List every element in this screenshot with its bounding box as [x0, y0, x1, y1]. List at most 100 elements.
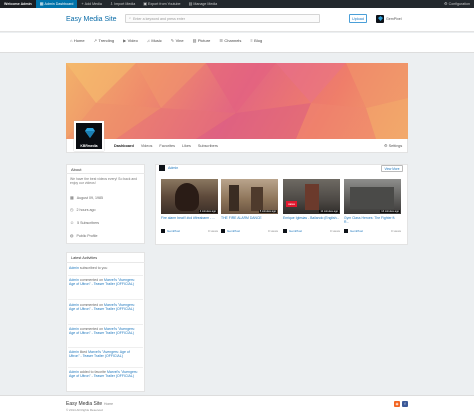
- thumb-figure: [251, 187, 263, 211]
- admin-welcome: Welcome Admin: [0, 0, 36, 8]
- nav-video[interactable]: ▶ Video: [123, 38, 138, 43]
- manage-media-link[interactable]: ▤ Manage Media: [185, 0, 222, 8]
- video-views: 0 views: [207, 229, 218, 233]
- tab-dashboard[interactable]: Dashboard: [114, 144, 134, 148]
- tab-favorites[interactable]: Favorites: [159, 144, 175, 148]
- facebook-icon[interactable]: f: [402, 401, 408, 407]
- video-title[interactable]: Fire alarm beat!! #cd #fireabarm - ...: [161, 216, 218, 220]
- home-icon: ⌂: [70, 37, 73, 43]
- activity-item: Admin added to favorite Marvel's "Avenge…: [69, 370, 141, 378]
- import-media-label: Import Media: [114, 2, 136, 6]
- avatar: [344, 229, 348, 233]
- nav-picture-label: Picture: [197, 38, 211, 43]
- manage-icon: ▤: [188, 1, 193, 6]
- video-thumbnail[interactable]: 14 minutes ago: [344, 179, 401, 214]
- activity-item: Admin subscribed to you: [69, 266, 141, 270]
- search-placeholder: Enter a keyword and press enter: [133, 16, 185, 21]
- activity-item: Admin liked Marvel's "Avengers: Age of U…: [69, 350, 141, 358]
- diamond-logo-icon: [85, 128, 95, 138]
- music-icon: ♫: [146, 37, 150, 43]
- video-meta: GemPixel 0 views: [221, 229, 278, 233]
- video-thumbnail[interactable]: 4 minutes ago: [161, 179, 218, 214]
- video-icon: ▶: [123, 37, 127, 43]
- video-author[interactable]: GemPixel: [350, 229, 363, 233]
- main-nav: [0, 33, 474, 53]
- footer-home-link[interactable]: Home: [104, 402, 113, 406]
- rss-icon[interactable]: ◉: [394, 401, 400, 407]
- blog-icon: ≡: [250, 37, 253, 43]
- vevo-logo-icon: vevo: [286, 201, 297, 207]
- video-author[interactable]: GemPixel: [167, 229, 180, 233]
- about-row-text: 5 Subscribers: [77, 221, 100, 225]
- tab-subscribers[interactable]: Subscribers: [198, 144, 218, 148]
- videos-owner[interactable]: Admin: [168, 166, 178, 170]
- nav-music[interactable]: ♫ Music: [147, 38, 162, 43]
- nav-channels[interactable]: ☰ Channels: [219, 38, 241, 43]
- settings-button[interactable]: ⚙ Settings: [384, 144, 402, 149]
- divider: [68, 324, 143, 325]
- video-author[interactable]: GemPixel: [289, 229, 302, 233]
- thumb-figure: [305, 184, 319, 210]
- video-thumbnail[interactable]: 5 minutes ago: [221, 179, 278, 214]
- site-title[interactable]: Easy Media Site: [66, 16, 117, 23]
- search-icon: ⌕: [129, 15, 132, 20]
- gear-icon: ⚙: [444, 1, 448, 6]
- clock-icon: ◷: [70, 207, 74, 212]
- about-card: [66, 164, 145, 244]
- export-icon: ▣: [143, 1, 147, 6]
- nav-picture[interactable]: ▨ Picture: [193, 38, 211, 43]
- configuration-link[interactable]: ⚙ Configuration: [444, 1, 474, 7]
- admin-dashboard-label: Admin Dashboard: [44, 2, 74, 6]
- configuration-label: Configuration: [448, 2, 470, 6]
- nav-channels-label: Channels: [224, 38, 242, 43]
- export-youtube-label: Export from Youtube: [147, 2, 181, 6]
- activity-item: Admin commented on Marvel's "Avengers: A…: [69, 303, 141, 311]
- about-row-birthday: ▦ August 09, 1985: [70, 196, 103, 201]
- about-row-text: 2 hours ago: [76, 208, 96, 212]
- video-title[interactable]: THE FIRE ALARM DANCE: [221, 216, 278, 220]
- about-row-profile: ◍ Public Profile: [70, 233, 97, 239]
- tab-videos[interactable]: Videos: [141, 144, 153, 148]
- nav-video-label: Video: [127, 38, 138, 43]
- nav-vine[interactable]: ✎ Vine: [171, 38, 184, 43]
- footer-title: Easy Media Site: [66, 401, 103, 407]
- video-meta: GemPixel 0 views: [344, 229, 401, 233]
- video-thumbnail[interactable]: vevo 11 minutes ago: [283, 179, 340, 214]
- nav-trending[interactable]: ↗ Trending: [94, 38, 115, 43]
- video-author[interactable]: GemPixel: [227, 229, 240, 233]
- channel-avatar[interactable]: KBRmedia: [74, 121, 104, 151]
- user-icon: ☺: [70, 220, 75, 225]
- avatar: [159, 165, 165, 171]
- username: GemPixel: [386, 16, 402, 21]
- channel-banner: [66, 63, 408, 139]
- divider: [66, 173, 145, 174]
- video-title[interactable]: Enrique Iglesias - Bailando (English...: [283, 216, 340, 220]
- upload-button[interactable]: Upload: [349, 14, 367, 23]
- activity-text: subscribed to you: [78, 266, 108, 270]
- thumb-figure: [175, 183, 199, 211]
- activity-item: Admin commented on Marvel's "Avengers: A…: [69, 327, 141, 335]
- view-more-button[interactable]: View More: [381, 165, 403, 172]
- about-row-subscribers: ☺ 5 Subscribers: [70, 220, 100, 226]
- tab-likes[interactable]: Likes: [182, 144, 191, 148]
- search-input[interactable]: ⌕ Enter a keyword and press enter: [125, 14, 320, 23]
- activity-actor[interactable]: Admin: [69, 266, 79, 270]
- user-menu[interactable]: GemPixel: [376, 14, 402, 23]
- admin-dashboard-link[interactable]: ▦ Admin Dashboard: [35, 0, 78, 8]
- video-views: 0 views: [267, 229, 278, 233]
- manage-media-label: Manage Media: [193, 2, 218, 6]
- thumb-figure: [229, 185, 239, 211]
- video-title[interactable]: Gym Class Heroes: The Fighter ft. R...: [344, 216, 401, 224]
- import-icon: ⇩: [109, 1, 114, 6]
- nav-home[interactable]: ⌂ Home: [70, 38, 85, 43]
- channel-tabs: Dashboard Videos Favorites Likes Subscri…: [114, 144, 218, 148]
- video-time: 4 minutes ago: [198, 210, 217, 213]
- avatar: [161, 229, 165, 233]
- export-youtube-link[interactable]: ▣ Export from Youtube: [139, 0, 184, 8]
- import-media-link[interactable]: ⇩ Import Media: [106, 0, 139, 8]
- about-title: About: [71, 167, 82, 172]
- add-media-link[interactable]: + Add Media: [77, 0, 106, 8]
- avatar: [283, 229, 287, 233]
- globe-icon: ◍: [70, 233, 74, 238]
- nav-blog[interactable]: ≡ Blog: [250, 38, 262, 43]
